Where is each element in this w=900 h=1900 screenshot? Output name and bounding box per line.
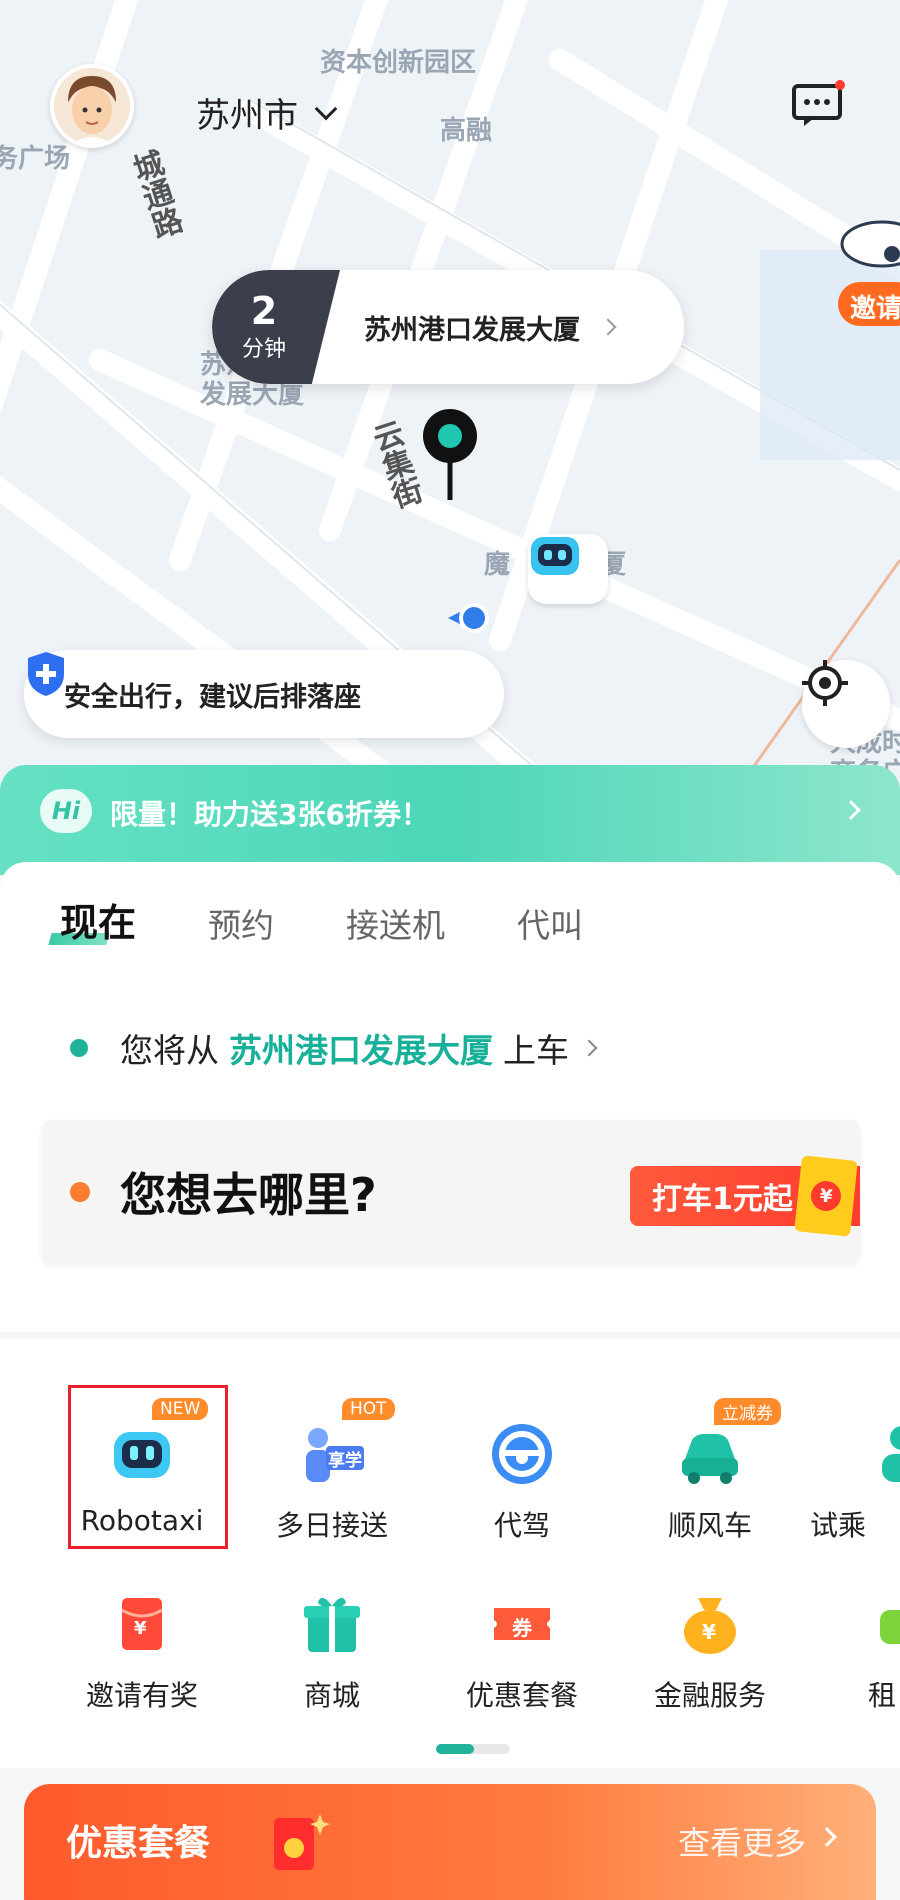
destination-dot-icon: [70, 1182, 90, 1202]
banner-title: 优惠套餐: [66, 1823, 211, 1864]
rental-car-icon: [872, 1588, 900, 1660]
service-label: 租: [868, 1679, 897, 1712]
eta-place: 苏州港口发展大厦: [364, 314, 580, 346]
robotaxi-highlight-box: [68, 1385, 228, 1549]
gift-icon: [296, 1588, 368, 1660]
robot-icon: [531, 537, 579, 575]
current-location-dot-icon: [446, 596, 490, 640]
chevron-right-icon: [580, 1039, 598, 1057]
tab-reserve[interactable]: 预约: [208, 899, 274, 947]
service-label: 试乘: [810, 1509, 867, 1542]
ride-mode-tabs: 现在 预约 接送机 代叫: [60, 892, 655, 947]
steering-wheel-icon: [486, 1418, 558, 1490]
crosshair-icon: [802, 660, 848, 706]
see-more-link[interactable]: 查看更多: [678, 1818, 806, 1864]
eta-unit: 分钟: [241, 337, 286, 362]
service-test-ride[interactable]: 试乘: [810, 1418, 900, 1544]
service-label: 优惠套餐: [465, 1679, 578, 1712]
robotaxi-vehicle-marker[interactable]: [528, 534, 608, 604]
service-label: 金融服务: [653, 1679, 766, 1712]
map-label-mofang-left: 魔: [484, 550, 511, 580]
pickup-pin-icon: [420, 408, 480, 504]
chevron-right-icon: [841, 800, 861, 820]
pickup-row[interactable]: 您将从 苏州港口发展大厦 上车: [70, 1024, 598, 1072]
service-carpool[interactable]: 立减券 顺风车: [620, 1398, 800, 1544]
tab-airport[interactable]: 接送机: [346, 899, 445, 947]
voucher-icon-text: 券: [512, 1616, 532, 1640]
hi-badge: Hi: [40, 789, 92, 833]
pickup-suffix: 上车: [503, 1031, 569, 1070]
invite-float-button[interactable]: 邀请: [832, 210, 900, 330]
message-button[interactable]: [790, 80, 846, 130]
city-selector[interactable]: 苏州市: [196, 88, 338, 137]
shield-icon: [28, 652, 64, 696]
pickup-prefix: 您将从: [120, 1031, 219, 1070]
eta-minutes: 2: [250, 289, 278, 333]
message-icon: [792, 80, 845, 126]
red-packet-icon: [260, 1808, 330, 1878]
fare-promo-text: 打车1元起: [652, 1182, 793, 1217]
chevron-right-icon: [817, 1827, 837, 1847]
discount-package-banner[interactable]: 优惠套餐 查看更多: [24, 1784, 876, 1900]
service-finance[interactable]: ¥ 金融服务: [620, 1588, 800, 1714]
ride-request-card: 现在 预约 接送机 代叫 您将从 苏州港口发展大厦 上车 您想去哪里? 打车1元…: [0, 862, 900, 1332]
service-label: 商城: [303, 1679, 360, 1712]
hot-badge: HOT: [342, 1398, 395, 1420]
tab-call-for-others[interactable]: 代叫: [517, 899, 583, 947]
service-label: 顺风车: [667, 1509, 752, 1542]
money-bag-icon: ¥: [674, 1588, 746, 1660]
safety-tip-pill[interactable]: 安全出行，建议后排落座: [24, 650, 504, 738]
pickup-place: 苏州港口发展大厦: [229, 1031, 493, 1070]
safety-tip-text: 安全出行，建议后排落座: [64, 681, 361, 713]
voucher-icon: 券: [486, 1588, 558, 1660]
map-label-park: 资本创新园区: [320, 48, 477, 78]
fare-promo-badge: 打车1元起 ¥: [630, 1155, 860, 1237]
eta-pickup-card[interactable]: 2 分钟 苏州港口发展大厦: [212, 270, 684, 384]
avatar-face-icon: [54, 68, 130, 144]
service-label: 邀请有奖: [85, 1679, 198, 1712]
service-rental[interactable]: 租: [810, 1588, 900, 1714]
student-icon: 享学 HOT: [296, 1398, 395, 1490]
promo-text: 限量！助力送3张6折券！: [110, 798, 429, 831]
red-envelope-icon: ¥: [106, 1588, 178, 1660]
service-multi-day[interactable]: 享学 HOT 多日接送: [242, 1398, 422, 1544]
chevron-right-icon: [599, 318, 617, 336]
map-view[interactable]: 资本创新园区 高融 务广场 城通路 云集街 苏州港口发展大厦 魔 厦 大成时 商…: [0, 0, 900, 800]
coupon-icon: ¥: [794, 1155, 858, 1237]
tab-now[interactable]: 现在: [60, 892, 136, 947]
tab-now-label: 现在: [60, 901, 137, 945]
coupon-badge: 立减券: [714, 1398, 781, 1425]
map-label-gaorong: 高融: [440, 116, 493, 146]
user-avatar[interactable]: [50, 64, 134, 148]
person-icon: [866, 1418, 900, 1490]
service-discount-package[interactable]: 券 优惠套餐: [432, 1588, 612, 1714]
service-invite[interactable]: ¥ 邀请有奖: [52, 1588, 232, 1714]
yen-icon-text: ¥: [134, 1618, 147, 1639]
locate-me-button[interactable]: [802, 660, 890, 748]
yen-icon: ¥: [809, 1179, 843, 1213]
service-page-indicator: [436, 1744, 510, 1754]
pickup-dot-icon: [70, 1039, 88, 1057]
destination-placeholder: 您想去哪里?: [120, 1168, 377, 1222]
service-label: 代驾: [493, 1509, 550, 1542]
invite-float-label: 邀请: [850, 294, 900, 324]
promo-banner[interactable]: Hi 限量！助力送3张6折券！: [0, 765, 900, 875]
destination-input[interactable]: 您想去哪里? 打车1元起 ¥: [42, 1120, 860, 1264]
page-indicator-active: [436, 1744, 474, 1754]
car-icon: 立减券: [674, 1398, 781, 1490]
service-mall[interactable]: 商城: [242, 1588, 422, 1714]
service-label: 多日接送: [275, 1509, 388, 1542]
eta-badge: 2 分钟: [212, 270, 340, 384]
yen-icon-text: ¥: [702, 1620, 716, 1644]
study-icon-text: 享学: [328, 1451, 362, 1471]
chevron-down-icon: [314, 97, 338, 120]
service-designated-driver[interactable]: 代驾: [432, 1418, 612, 1544]
city-label: 苏州市: [196, 96, 298, 136]
